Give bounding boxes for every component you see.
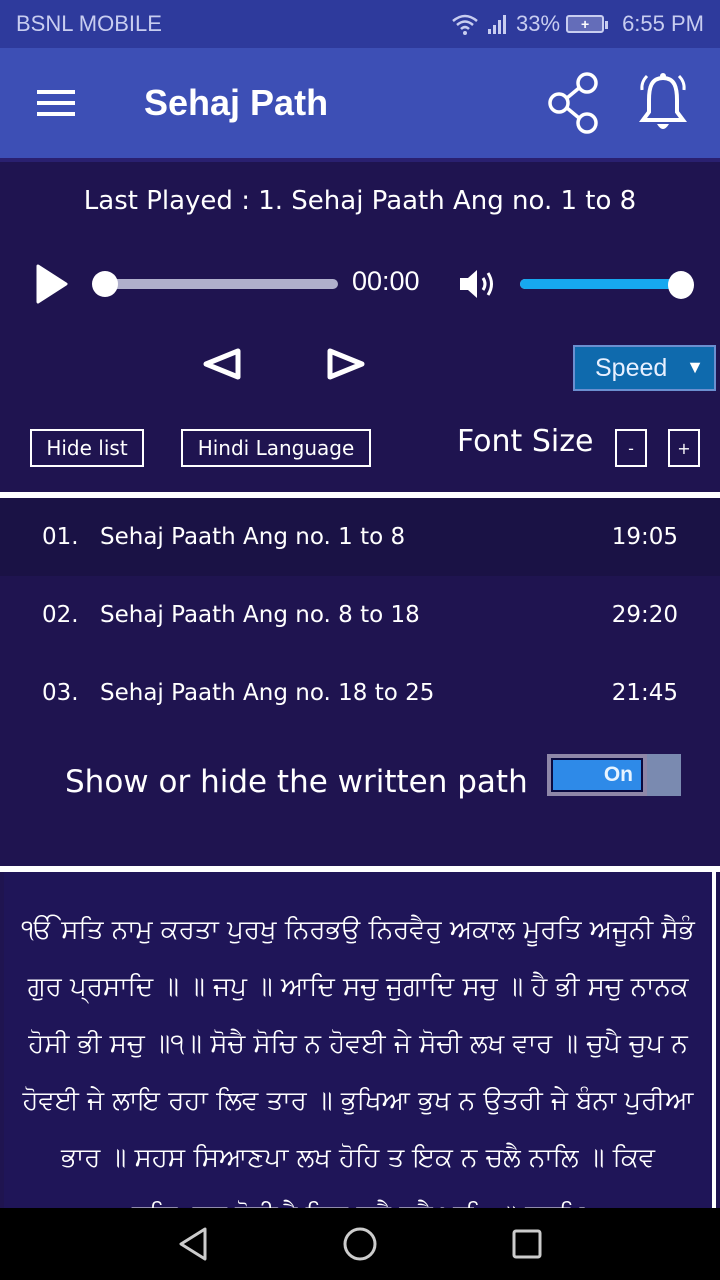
seek-thumb[interactable] <box>92 271 118 297</box>
app-bar-shadow <box>0 158 720 162</box>
track-title: Sehaj Paath Ang no. 18 to 25 <box>100 680 435 706</box>
previous-icon <box>203 348 241 380</box>
app-bar: Sehaj Path <box>0 48 720 158</box>
bell-icon <box>639 73 687 129</box>
nav-recents-button[interactable] <box>487 1208 567 1280</box>
dropdown-arrow-icon: ▼ <box>686 357 704 377</box>
app-title: Sehaj Path <box>144 82 329 123</box>
carrier-name: BSNL MOBILE <box>16 11 162 36</box>
speed-label: Speed <box>595 353 668 382</box>
volume-icon <box>460 270 493 298</box>
gurbani-text: ੴ ਸਤਿ ਨਾਮੁ ਕਰਤਾ ਪੁਰਖੁ ਨਿਰਭਉ ਨਿਰਵੈਰੁ ਅਕਾਲ… <box>21 915 695 1208</box>
font-size-decrease-button[interactable]: - <box>615 429 647 467</box>
volume-button[interactable] <box>458 266 498 302</box>
last-played-label: Last Played : 1. Sehaj Paath Ang no. 1 t… <box>83 186 637 216</box>
track-duration: 19:05 <box>611 524 678 550</box>
track-duration: 21:45 <box>611 680 678 706</box>
written-path-toggle-label: Show or hide the written path <box>65 764 528 800</box>
nav-home-button[interactable] <box>320 1208 400 1280</box>
track-row[interactable]: 01. Sehaj Paath Ang no. 1 to 8 19:05 <box>0 498 720 576</box>
home-icon <box>343 1227 377 1261</box>
signal-icon <box>486 13 510 35</box>
track-title: Sehaj Paath Ang no. 8 to 18 <box>100 602 420 628</box>
current-time: 00:00 <box>352 266 420 296</box>
font-size-increase-button[interactable]: + <box>668 429 700 467</box>
menu-button[interactable] <box>0 48 112 158</box>
battery-percent: 33% <box>516 11 561 36</box>
next-icon <box>327 348 365 380</box>
track-row[interactable]: 02. Sehaj Paath Ang no. 8 to 18 29:20 <box>0 576 720 654</box>
speed-dropdown[interactable]: Speed ▼ <box>573 345 716 391</box>
previous-button[interactable] <box>200 346 244 382</box>
written-path-toggle[interactable]: On <box>547 754 681 796</box>
play-icon <box>36 264 68 304</box>
track-title: Sehaj Paath Ang no. 1 to 8 <box>100 524 406 550</box>
next-button[interactable] <box>324 346 368 382</box>
written-path-panel: ੴ ਸਤਿ ਨਾਮੁ ਕਰਤਾ ਪੁਰਖੁ ਨਿਰਭਉ ਨਿਰਵੈਰੁ ਅਕਾਲ… <box>4 872 716 1208</box>
toggle-state: On <box>551 758 643 792</box>
seek-slider[interactable] <box>92 268 342 300</box>
navigation-bar <box>0 1208 720 1280</box>
status-bar: BSNL MOBILE 33% + 6:55 PM <box>0 0 720 48</box>
wifi-icon <box>450 12 480 36</box>
play-button[interactable] <box>34 262 74 306</box>
volume-slider[interactable] <box>516 268 694 300</box>
track-duration: 29:20 <box>611 602 678 628</box>
track-number: 03. <box>42 680 79 706</box>
back-icon <box>179 1227 207 1261</box>
track-number: 02. <box>42 602 79 628</box>
share-button[interactable] <box>528 48 618 158</box>
battery-charging-icon: + <box>566 15 609 33</box>
menu-icon <box>37 90 75 116</box>
hindi-language-button[interactable]: Hindi Language <box>181 429 371 467</box>
recents-icon <box>512 1229 542 1259</box>
share-icon <box>548 72 598 134</box>
nav-back-button[interactable] <box>153 1208 233 1280</box>
volume-fill <box>520 279 682 289</box>
font-size-label: Font Size <box>457 424 594 459</box>
notifications-button[interactable] <box>618 48 708 158</box>
clock: 6:55 PM <box>622 11 704 36</box>
volume-thumb[interactable] <box>668 271 694 299</box>
track-row[interactable]: 03. Sehaj Paath Ang no. 18 to 25 21:45 <box>0 654 720 732</box>
track-list: 01. Sehaj Paath Ang no. 1 to 8 19:05 02.… <box>0 498 720 732</box>
hide-list-button[interactable]: Hide list <box>30 429 144 467</box>
status-indicators: 33% + 6:55 PM <box>450 11 704 37</box>
track-number: 01. <box>42 524 79 550</box>
toggle-track: On <box>547 754 647 796</box>
seek-track <box>106 279 338 289</box>
